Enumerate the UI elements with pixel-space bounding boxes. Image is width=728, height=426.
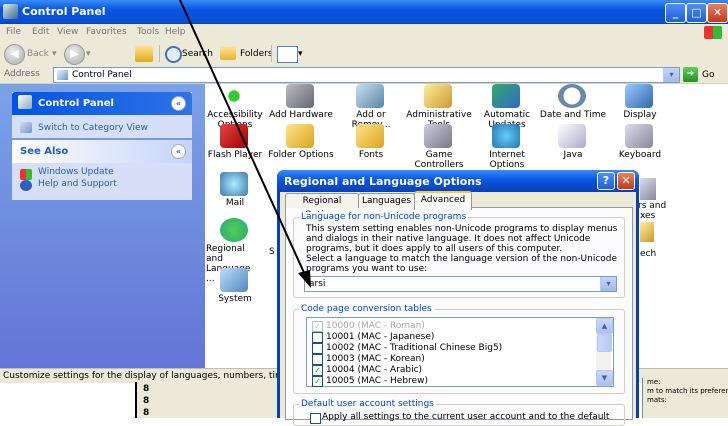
annotation-arrow: [179, 0, 311, 288]
arrow-head: [298, 270, 311, 288]
arrow-shaft: [179, 0, 307, 278]
